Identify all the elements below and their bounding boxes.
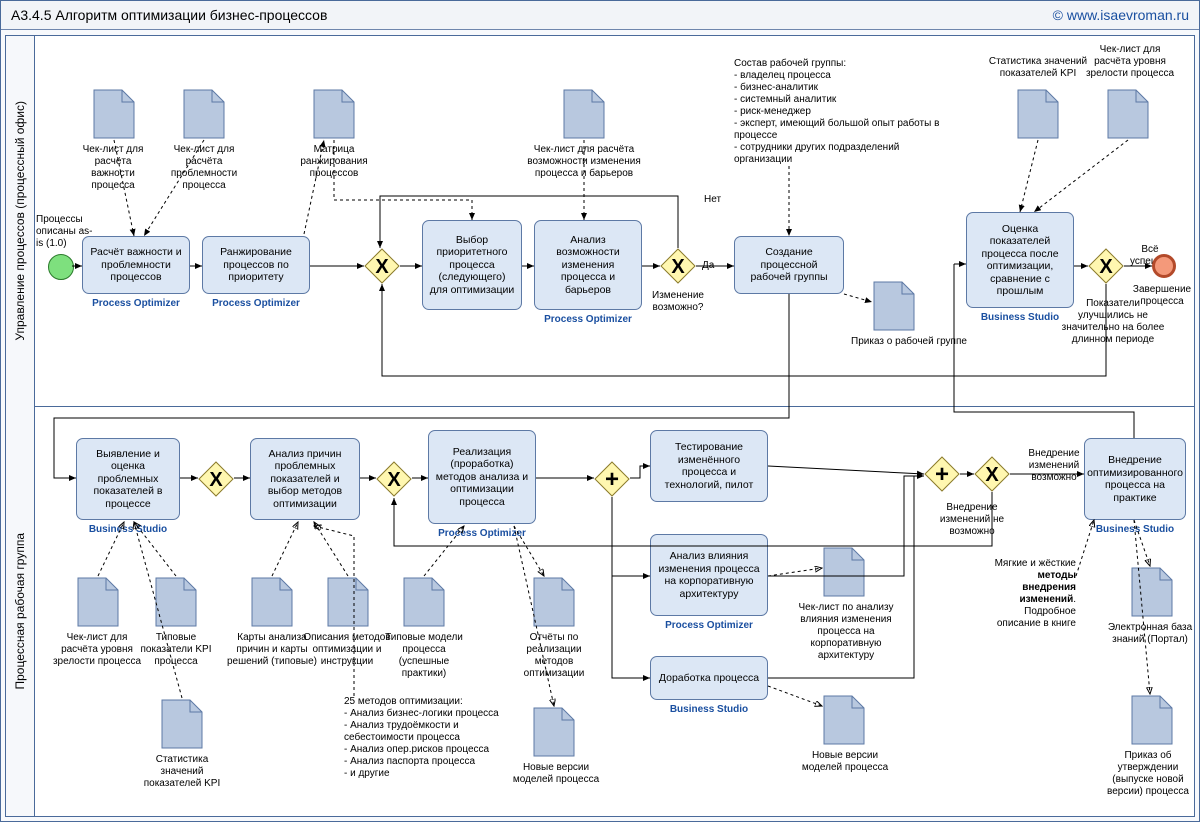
task-b3: Реализация (проработка) методов анализа … (428, 430, 536, 524)
task-b5: Анализ влияния изменения процесса на кор… (650, 534, 768, 616)
note-title: 25 методов оптимизации: (344, 696, 463, 707)
document-icon (822, 694, 866, 746)
gw2-yes: Внедрение изменений возможно (1014, 448, 1094, 484)
doc-label: Описания методов оптимизации и инструкци… (302, 632, 392, 668)
doc-label: Электронная база знаний (Портал) (1102, 622, 1198, 646)
document-icon (1106, 88, 1150, 140)
document-icon (532, 576, 576, 628)
document-icon (532, 706, 576, 758)
doc-label: Приказ о рабочей группе (844, 336, 974, 348)
note-25-methods: 25 методов оптимизации: - Анализ бизнес-… (344, 696, 514, 780)
gw-no: Нет (704, 194, 721, 206)
page-root: А3.4.5 Алгоритм оптимизации бизнес-проце… (0, 0, 1200, 822)
lane-body-bottom: Выявление и оценка проблемных показателе… (34, 406, 1194, 816)
task-b7: Внедрение оптимизированного процесса на … (1084, 438, 1186, 520)
document-icon (182, 88, 226, 140)
doc-label: Чек-лист для расчёта важности процесса (72, 144, 154, 192)
doc-label: Новые версии моделей процесса (798, 750, 892, 774)
copyright-link[interactable]: © www.isaevroman.ru (1053, 7, 1189, 23)
doc-label: Чек-лист по анализу влияния изменения пр… (796, 602, 896, 662)
svg-text:+: + (605, 466, 619, 493)
document-icon (562, 88, 606, 140)
task-b4: Тестирование изменённого процесса и техн… (650, 430, 768, 502)
document-icon (92, 88, 136, 140)
task-calc-importance: Расчёт важности и проблемности процессов (82, 236, 190, 294)
document-icon (872, 280, 916, 332)
role-label: Business Studio (650, 704, 768, 715)
svg-text:X: X (1099, 256, 1113, 278)
svg-text:X: X (209, 469, 223, 491)
lane-process-office: Управление процессов (процессный офис) П… (6, 36, 1194, 407)
gateway-parallel: + (924, 456, 960, 492)
gw-yes: Да (702, 260, 714, 272)
bpmn-pool: Управление процессов (процессный офис) П… (5, 35, 1195, 817)
doc-label: Приказ об утверждении (выпуске новой вер… (1098, 750, 1198, 798)
doc-label: Чек-лист для расчёта проблемности процес… (160, 144, 248, 192)
document-icon (154, 576, 198, 628)
document-icon (1130, 694, 1174, 746)
doc-label: Новые версии моделей процесса (510, 762, 602, 786)
document-icon (1130, 566, 1174, 618)
note-title: Состав рабочей группы: (734, 58, 846, 69)
gateway-success: X (1088, 248, 1124, 284)
role-label: Process Optimizer (428, 528, 536, 539)
gateway-parallel: + (594, 461, 630, 497)
lane-body-top: Процессы описаны as-is (1.0) Чек-лист дл… (34, 36, 1194, 406)
end-event (1152, 254, 1176, 278)
task-analyze-barriers: Анализ возможности изменения процесса и … (534, 220, 642, 310)
svg-text:X: X (671, 256, 685, 278)
role-label: Business Studio (1084, 524, 1186, 535)
title-bar: А3.4.5 Алгоритм оптимизации бизнес-проце… (1, 1, 1199, 30)
doc-label: Типовые модели процесса (успешные практи… (380, 632, 468, 680)
gateway-xor: X (364, 248, 400, 284)
lane-working-group: Процессная рабочая группа Выявление и оц… (6, 406, 1194, 816)
task-create-group: Создание процессной рабочей группы (734, 236, 844, 294)
document-icon (312, 88, 356, 140)
task-b6: Доработка процесса (650, 656, 768, 700)
task-b1: Выявление и оценка проблемных показателе… (76, 438, 180, 520)
note-group-composition: Состав рабочей группы: - владелец процес… (734, 58, 954, 166)
svg-text:X: X (985, 464, 999, 486)
document-icon (76, 576, 120, 628)
role-label: Process Optimizer (202, 298, 310, 309)
gateway-xor: X (376, 461, 412, 497)
gateway-change-possible: X (660, 248, 696, 284)
document-icon (1016, 88, 1060, 140)
gateway-impl-possible: X (974, 456, 1010, 492)
document-icon (160, 698, 204, 750)
doc-label: Типовые показатели KPI процесса (134, 632, 218, 668)
doc-label: Отчёты по реализации методов оптимизации (510, 632, 598, 680)
gw2-no: Внедрение изменений не возможно (932, 502, 1012, 538)
role-label: Business Studio (76, 524, 180, 535)
note-impl-methods: Мягкие и жёсткие методы внедрения измене… (988, 558, 1076, 630)
start-event (48, 254, 74, 280)
role-label: Process Optimizer (650, 620, 768, 631)
task-select-priority: Выбор приоритетного процесса (следующего… (422, 220, 522, 310)
document-icon (326, 576, 370, 628)
doc-label: Чек-лист для расчёта возможности изменен… (524, 144, 644, 180)
gateway-label: Изменение возможно? (644, 290, 712, 314)
doc-label: Матрица ранжирования процессов (288, 144, 380, 180)
doc-label: Чек-лист для расчёта уровня зрелости про… (52, 632, 142, 668)
task-evaluate-kpi: Оценка показателей процесса после оптими… (966, 212, 1074, 308)
role-label: Process Optimizer (82, 298, 190, 309)
document-icon (250, 576, 294, 628)
diagram-title: А3.4.5 Алгоритм оптимизации бизнес-проце… (11, 7, 327, 23)
doc-label: Статистика значений показателей KPI (134, 754, 230, 790)
svg-text:X: X (387, 469, 401, 491)
lane-title-top: Управление процессов (процессный офис) (6, 36, 35, 406)
end-event-label: Завершение процесса (1126, 284, 1198, 308)
gateway-xor: X (198, 461, 234, 497)
doc-label: Чек-лист для расчёта уровня зрелости про… (1080, 44, 1180, 80)
task-rank: Ранжирование процессов по приоритету (202, 236, 310, 294)
role-label: Process Optimizer (534, 314, 642, 325)
document-icon (822, 546, 866, 598)
svg-text:X: X (375, 256, 389, 278)
task-b2: Анализ причин проблемных показателей и в… (250, 438, 360, 520)
svg-text:+: + (935, 461, 949, 488)
document-icon (402, 576, 446, 628)
doc-label: Статистика значений показателей KPI (988, 56, 1088, 80)
lane-title-bottom: Процессная рабочая группа (6, 406, 35, 816)
